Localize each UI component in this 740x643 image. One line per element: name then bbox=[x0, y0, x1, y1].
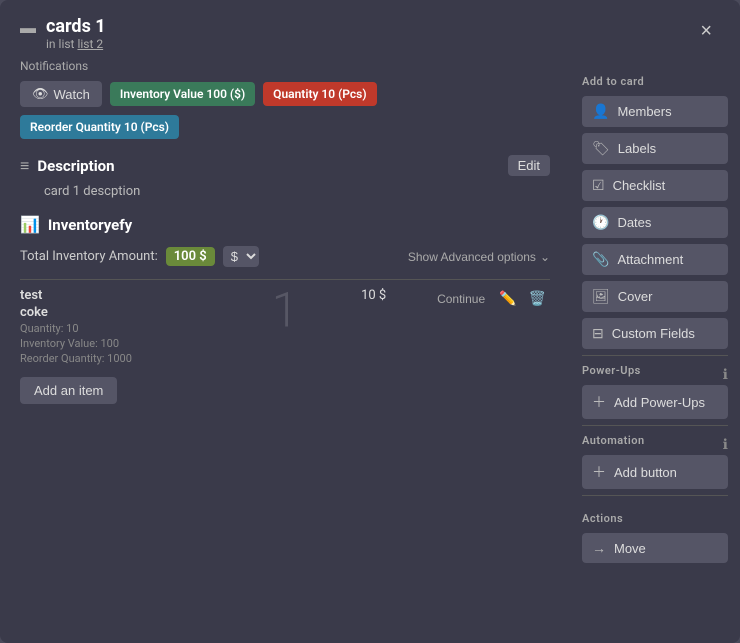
inventory-tag: Inventory Value 100 ($) bbox=[110, 82, 255, 106]
item-quantity: Quantity: 10 bbox=[20, 322, 361, 335]
show-advanced-label: Show Advanced options bbox=[408, 250, 536, 264]
checklist-label: Checklist bbox=[613, 178, 666, 193]
dates-label: Dates bbox=[617, 215, 651, 230]
members-label: Members bbox=[617, 104, 671, 119]
labels-label: Labels bbox=[618, 141, 656, 156]
description-section: ≡ Description Edit card 1 descption bbox=[20, 155, 550, 199]
plus-icon-powerups: ＋ bbox=[592, 392, 606, 412]
total-row: Total Inventory Amount: 100 $ $ € £ Show… bbox=[20, 246, 550, 267]
trash-icon: 🗑️ bbox=[529, 290, 546, 306]
custom-fields-button[interactable]: ⊟ Custom Fields bbox=[582, 318, 728, 349]
quantity-tag: Quantity 10 (Pcs) bbox=[263, 82, 376, 106]
close-button[interactable]: × bbox=[692, 16, 720, 47]
inventory-icon: 📊 bbox=[20, 215, 40, 234]
card-title: cards 1 bbox=[46, 16, 106, 37]
power-ups-label: Power-Ups bbox=[582, 364, 641, 377]
reorder-tag: Reorder Quantity 10 (Pcs) bbox=[20, 115, 179, 139]
description-icon: ≡ bbox=[20, 156, 29, 176]
header-left: ▬ cards 1 in list list 2 bbox=[20, 16, 106, 51]
cover-button[interactable]: 🖼 Cover bbox=[582, 281, 728, 312]
power-ups-header: Power-Ups ℹ bbox=[582, 364, 728, 385]
item-reorder-quantity: Reorder Quantity: 1000 bbox=[20, 352, 361, 365]
delete-item-button[interactable]: 🗑️ bbox=[525, 288, 550, 309]
chevron-down-icon: ⌄ bbox=[540, 250, 550, 264]
edit-icon: ✏️ bbox=[499, 290, 516, 306]
add-power-ups-label: Add Power-Ups bbox=[614, 395, 705, 410]
add-button-button[interactable]: ＋ Add button bbox=[582, 455, 728, 489]
item-name-coke: coke bbox=[20, 305, 361, 320]
inventory-title-row: 📊 Inventoryefy bbox=[20, 215, 550, 234]
actions-label: Actions bbox=[582, 512, 728, 525]
dates-button[interactable]: 🕐 Dates bbox=[582, 207, 728, 238]
move-button[interactable]: → Move bbox=[582, 533, 728, 563]
item-name-col: test coke Quantity: 10 Inventory Value: … bbox=[20, 288, 361, 365]
attachment-label: Attachment bbox=[617, 252, 683, 267]
edit-description-button[interactable]: Edit bbox=[508, 155, 550, 176]
second-tags-row: Reorder Quantity 10 (Pcs) bbox=[20, 115, 550, 139]
notifications-label: Notifications bbox=[20, 59, 550, 73]
eye-icon: 👁 bbox=[32, 86, 49, 102]
description-header: ≡ Description Edit bbox=[20, 155, 550, 176]
info-icon-automation: ℹ bbox=[723, 437, 728, 453]
card-title-block: cards 1 in list list 2 bbox=[46, 16, 106, 51]
checklist-icon: ☑ bbox=[592, 177, 605, 194]
add-button-label: Add button bbox=[614, 465, 677, 480]
automation-header: Automation ℹ bbox=[582, 434, 728, 455]
edit-item-button[interactable]: ✏️ bbox=[495, 288, 520, 309]
dates-icon: 🕐 bbox=[592, 214, 609, 231]
members-button[interactable]: 👤 Members bbox=[582, 96, 728, 127]
modal-body: Notifications 👁 Watch Inventory Value 10… bbox=[0, 59, 740, 643]
divider-3 bbox=[582, 495, 728, 496]
continue-button[interactable]: Continue bbox=[431, 290, 491, 308]
subtitle-prefix: in list bbox=[46, 37, 74, 51]
custom-fields-label: Custom Fields bbox=[612, 326, 695, 341]
show-advanced-button[interactable]: Show Advanced options ⌄ bbox=[408, 250, 550, 264]
checklist-button[interactable]: ☑ Checklist bbox=[582, 170, 728, 201]
watch-button[interactable]: 👁 Watch bbox=[20, 81, 102, 107]
add-to-card-label: Add to card bbox=[582, 75, 728, 88]
plus-icon-automation: ＋ bbox=[592, 462, 606, 482]
divider-2 bbox=[582, 425, 728, 426]
inventory-title: Inventoryefy bbox=[48, 216, 132, 234]
card-modal: ▬ cards 1 in list list 2 × Notifications… bbox=[0, 0, 740, 643]
attachment-icon: 📎 bbox=[592, 251, 609, 268]
card-icon: ▬ bbox=[20, 18, 36, 38]
modal-header: ▬ cards 1 in list list 2 × bbox=[0, 0, 740, 59]
attachment-button[interactable]: 📎 Attachment bbox=[582, 244, 728, 275]
total-label: Total Inventory Amount: bbox=[20, 249, 158, 264]
custom-fields-icon: ⊟ bbox=[592, 325, 604, 342]
move-label: Move bbox=[614, 541, 646, 556]
item-name-test: test bbox=[20, 288, 361, 303]
description-title: Description bbox=[37, 157, 114, 175]
add-power-ups-button[interactable]: ＋ Add Power-Ups bbox=[582, 385, 728, 419]
labels-icon: 🏷 bbox=[592, 140, 610, 157]
main-content: Notifications 👁 Watch Inventory Value 10… bbox=[0, 59, 570, 643]
watch-label: Watch bbox=[54, 87, 90, 102]
list-link[interactable]: list 2 bbox=[77, 37, 103, 51]
item-inventory-value: Inventory Value: 100 bbox=[20, 337, 361, 350]
automation-label: Automation bbox=[582, 434, 645, 447]
divider-1 bbox=[582, 355, 728, 356]
sidebar: Add to card 👤 Members 🏷 Labels ☑ Checkli… bbox=[570, 59, 740, 643]
item-price: 10 $ bbox=[361, 288, 386, 303]
notifications-row: 👁 Watch Inventory Value 100 ($) Quantity… bbox=[20, 81, 550, 107]
item-price-col: 10 $ bbox=[361, 288, 431, 303]
notifications-section: Notifications 👁 Watch Inventory Value 10… bbox=[20, 59, 550, 139]
description-text: card 1 descption bbox=[20, 184, 550, 199]
total-value: 100 $ bbox=[166, 247, 215, 266]
labels-button[interactable]: 🏷 Labels bbox=[582, 133, 728, 164]
arrow-right-icon: → bbox=[592, 540, 606, 556]
description-title-row: ≡ Description bbox=[20, 156, 115, 176]
add-item-button[interactable]: Add an item bbox=[20, 377, 117, 404]
inventory-item-row: test coke Quantity: 10 Inventory Value: … bbox=[20, 279, 550, 373]
cover-icon: 🖼 bbox=[592, 288, 610, 305]
inventory-section: 📊 Inventoryefy Total Inventory Amount: 1… bbox=[20, 215, 550, 404]
item-actions-col: Continue ✏️ 🗑️ bbox=[431, 288, 550, 309]
info-icon: ℹ bbox=[723, 367, 728, 383]
card-subtitle: in list list 2 bbox=[46, 37, 106, 51]
currency-select[interactable]: $ € £ bbox=[223, 246, 259, 267]
members-icon: 👤 bbox=[592, 103, 609, 120]
cover-label: Cover bbox=[618, 289, 653, 304]
